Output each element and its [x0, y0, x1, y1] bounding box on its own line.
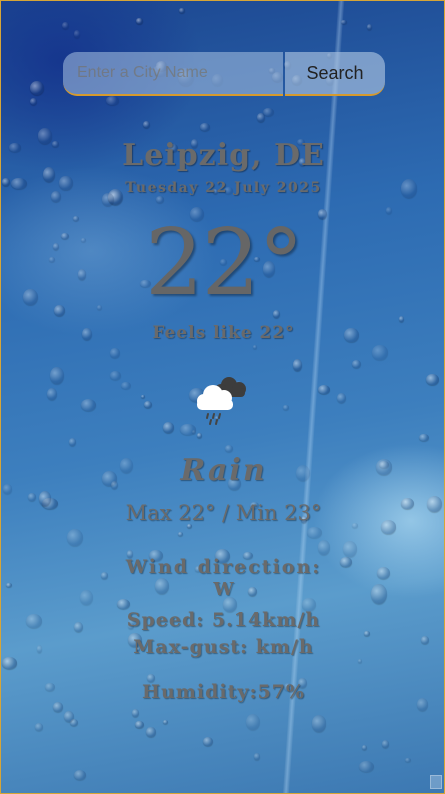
raindrop: [35, 723, 44, 731]
raindrop: [136, 17, 143, 25]
weather-condition: Rain: [180, 453, 267, 488]
raindrop: [311, 715, 327, 732]
raindrop: [29, 98, 37, 106]
humidity: Humidity:57%: [142, 681, 305, 703]
raindrop: [203, 736, 213, 746]
raindrop: [163, 422, 175, 433]
raindrop: [178, 532, 184, 536]
raindrop: [2, 657, 17, 670]
current-date: Tuesday 22 July 2025: [125, 180, 322, 196]
raindrop: [140, 394, 146, 399]
raindrop: [134, 720, 144, 728]
wind-max-gust: Max-gust: km/h: [133, 636, 314, 658]
raindrop: [29, 80, 45, 95]
raindrop: [262, 108, 275, 117]
current-temperature: 22°: [144, 209, 304, 316]
raindrop: [47, 388, 57, 400]
raindrop: [197, 432, 202, 439]
raindrop: [306, 526, 322, 539]
min-max-temperature: Max 22° / Min 23°: [125, 501, 322, 525]
rain-cloud-icon: [191, 371, 255, 427]
raindrop: [426, 373, 439, 385]
search-button[interactable]: Search: [285, 52, 385, 96]
raindrop: [143, 120, 150, 128]
raindrop: [28, 492, 36, 502]
raindrop: [358, 658, 363, 664]
raindrop: [155, 196, 165, 204]
raindrop: [179, 7, 185, 13]
raindrop: [359, 761, 375, 773]
raindrop: [81, 398, 97, 411]
raindrop: [74, 769, 87, 781]
wind-speed: Speed: 5.14km/h: [126, 609, 321, 631]
raindrop: [317, 540, 331, 555]
raindrop: [398, 315, 404, 322]
raindrop: [283, 404, 289, 411]
raindrop: [366, 23, 373, 30]
wind-direction-label: Wind direction:: [125, 556, 322, 578]
raindrop: [52, 702, 64, 713]
raindrop: [121, 381, 132, 390]
city-name: Leipzig, DE: [122, 138, 325, 173]
raindrop: [50, 366, 64, 385]
raindrop: [404, 757, 411, 762]
raindrop: [110, 370, 122, 380]
raindrop: [225, 445, 234, 452]
raindrop: [132, 708, 140, 717]
raindrop: [143, 401, 152, 409]
raindrop: [117, 598, 131, 610]
raindrop: [419, 433, 429, 441]
raindrop: [110, 348, 120, 358]
raindrop: [246, 713, 261, 730]
background-streak: [282, 1, 345, 793]
raindrop: [252, 345, 257, 349]
raindrop: [106, 96, 119, 106]
raindrop: [343, 541, 357, 557]
raindrop: [62, 21, 70, 30]
raindrop: [352, 359, 362, 368]
wind-direction-value: W: [213, 579, 234, 600]
resize-handle[interactable]: [430, 775, 442, 789]
raindrop: [372, 345, 388, 360]
raindrop: [146, 726, 156, 738]
raindrop: [163, 720, 169, 725]
raindrop: [292, 358, 303, 371]
raindrop: [362, 745, 368, 751]
raindrop: [317, 384, 330, 395]
weather-app: Search Leipzig, DE Tuesday 22 July 2025 …: [0, 0, 445, 794]
raindrop: [63, 710, 74, 722]
raindrop: [69, 718, 78, 727]
raindrop: [191, 429, 196, 434]
raindrop: [68, 438, 76, 446]
raindrop: [73, 30, 81, 39]
raindrop: [199, 123, 211, 131]
raindrop: [67, 528, 84, 547]
feels-like: Feels like 22°: [152, 323, 295, 343]
raindrop: [257, 112, 265, 123]
city-search-input[interactable]: [63, 52, 283, 96]
raindrop: [337, 392, 347, 403]
search-bar: Search: [63, 52, 385, 97]
raindrop: [382, 740, 390, 748]
raindrop: [253, 753, 260, 760]
